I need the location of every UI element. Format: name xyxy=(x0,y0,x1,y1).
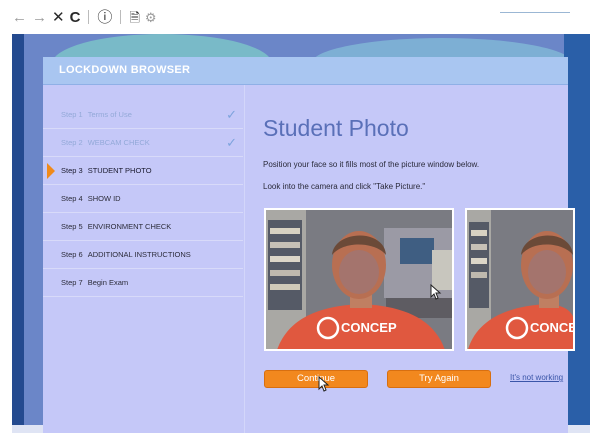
frame-left-edge xyxy=(12,34,24,433)
step-item-environment-check[interactable]: Step 5 ENVIRONMENT CHECK xyxy=(43,213,243,241)
step-prefix: Step 1 xyxy=(61,110,83,119)
settings-icon[interactable]: ⚙ xyxy=(145,11,157,24)
step-item-additional-instructions[interactable]: Step 6 ADDITIONAL INSTRUCTIONS xyxy=(43,241,243,269)
toolbar-accent-line xyxy=(500,12,570,13)
mouse-pointer-icon xyxy=(318,376,330,392)
page-title: Student Photo xyxy=(263,115,409,141)
try-again-button[interactable]: Try Again xyxy=(387,370,491,388)
checkmark-icon: ✓ xyxy=(226,107,237,122)
active-step-arrow-icon xyxy=(47,163,55,179)
step-item-show-id[interactable]: Step 4 SHOW ID xyxy=(43,185,243,213)
step-label: Begin Exam xyxy=(87,278,129,287)
step-prefix: Step 5 xyxy=(61,222,83,231)
not-working-link[interactable]: It's not working xyxy=(510,373,568,382)
live-camera-preview: CONCEP xyxy=(465,208,575,351)
info-icon[interactable]: ⓘ xyxy=(97,10,112,25)
step-prefix: Step 7 xyxy=(61,278,83,287)
mouse-pointer-icon xyxy=(430,284,442,300)
shirt-text: CONCEP xyxy=(530,320,575,335)
student-photo-image: CONCEP xyxy=(266,210,452,349)
step-list: Step 1 Terms of Use ✓ Step 2 WEBCAM CHEC… xyxy=(43,101,243,297)
close-icon[interactable]: ✕ xyxy=(52,10,65,25)
step-prefix: Step 3 xyxy=(61,166,83,175)
toolbar-divider xyxy=(120,10,122,24)
back-icon[interactable]: ← xyxy=(12,10,27,25)
step-item-student-photo[interactable]: Step 3 STUDENT PHOTO xyxy=(43,157,243,185)
camera-preview-image: CONCEP xyxy=(467,210,575,349)
page-icon[interactable]: 🗎 xyxy=(129,11,139,24)
app-title: LOCKDOWN BROWSER xyxy=(59,64,191,76)
step-label: ENVIRONMENT CHECK xyxy=(87,222,172,231)
sidebar-divider xyxy=(244,85,245,433)
browser-toolbar: ← → ✕ C ⓘ 🗎 ⚙ xyxy=(0,0,590,34)
lockdown-browser-panel: LOCKDOWN BROWSER Step 1 Terms of Use ✓ S… xyxy=(43,57,575,433)
step-label: WEBCAM CHECK xyxy=(87,138,150,147)
captured-photo: CONCEP xyxy=(264,208,454,351)
reload-icon[interactable]: C xyxy=(70,10,81,25)
step-prefix: Step 4 xyxy=(61,194,83,203)
step-item-terms-of-use[interactable]: Step 1 Terms of Use ✓ xyxy=(43,101,243,129)
shirt-text: CONCEP xyxy=(341,320,397,335)
forward-icon[interactable]: → xyxy=(32,10,47,25)
instruction-text: Look into the camera and click "Take Pic… xyxy=(263,182,426,191)
toolbar-divider xyxy=(88,10,90,24)
step-label: Terms of Use xyxy=(87,110,132,119)
app-header: LOCKDOWN BROWSER xyxy=(43,57,568,85)
step-prefix: Step 6 xyxy=(61,250,83,259)
checkmark-icon: ✓ xyxy=(226,135,237,150)
step-label: ADDITIONAL INSTRUCTIONS xyxy=(87,250,191,259)
step-prefix: Step 2 xyxy=(61,138,83,147)
step-item-begin-exam[interactable]: Step 7 Begin Exam xyxy=(43,269,243,297)
step-label: SHOW ID xyxy=(87,194,121,203)
continue-button[interactable]: Continue xyxy=(264,370,368,388)
step-label: STUDENT PHOTO xyxy=(87,166,152,175)
step-item-webcam-check[interactable]: Step 2 WEBCAM CHECK ✓ xyxy=(43,129,243,157)
instruction-text: Position your face so it fills most of t… xyxy=(263,160,480,169)
